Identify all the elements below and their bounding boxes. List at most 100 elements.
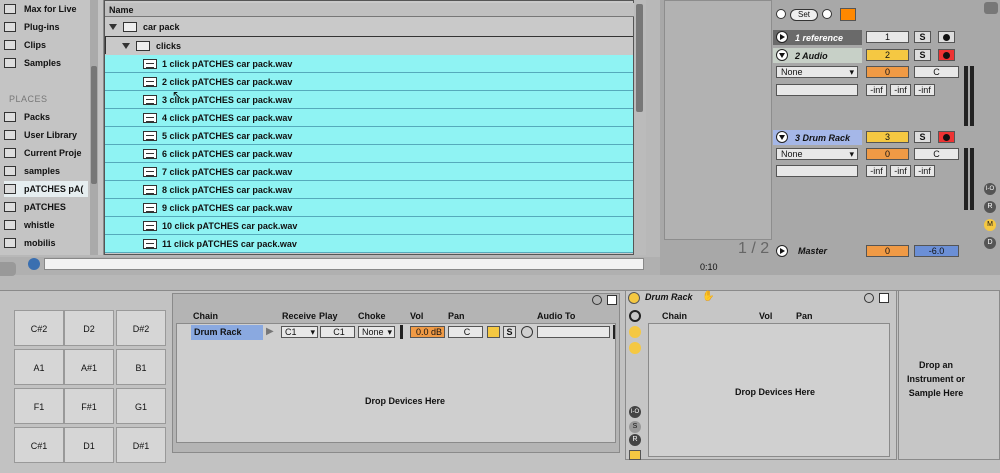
info-icon[interactable] bbox=[28, 258, 40, 270]
chain-name[interactable]: Drum Rack bbox=[191, 325, 263, 340]
drop-devices-zone[interactable]: Drop Devices Here bbox=[710, 385, 840, 399]
track-number[interactable]: 2 bbox=[866, 49, 909, 61]
set-button[interactable]: Set bbox=[790, 9, 818, 21]
drum-pad[interactable]: D#1 bbox=[116, 427, 166, 463]
chain-pan[interactable]: C bbox=[448, 326, 483, 338]
play-arrow-icon[interactable]: ▶ bbox=[266, 326, 274, 337]
fold-icon[interactable] bbox=[776, 49, 788, 61]
drum-pad[interactable]: D2 bbox=[64, 310, 114, 346]
wave-icon[interactable] bbox=[0, 262, 16, 276]
sidebar-item-clips[interactable]: Clips bbox=[4, 37, 88, 53]
back-arrow-icon[interactable] bbox=[776, 9, 786, 19]
chain-solo-button[interactable]: S bbox=[503, 326, 516, 338]
drum-pad[interactable]: B1 bbox=[116, 349, 166, 385]
sidebar-item-patches[interactable]: pATCHES bbox=[4, 199, 88, 215]
pan-field[interactable]: C bbox=[914, 148, 959, 160]
volume-field[interactable]: 0 bbox=[866, 66, 909, 78]
io-toggle[interactable]: I-O bbox=[629, 406, 641, 418]
play-icon[interactable] bbox=[776, 245, 788, 257]
drum-pad[interactable]: G1 bbox=[116, 388, 166, 424]
settings-icon[interactable] bbox=[864, 293, 874, 303]
device-power-icon[interactable] bbox=[628, 292, 640, 304]
input-select[interactable]: None ▾ bbox=[776, 148, 858, 160]
file-row[interactable]: 5 click pATCHES car pack.wav bbox=[105, 127, 633, 145]
drum-pad[interactable]: C#1 bbox=[14, 427, 64, 463]
sidebar-item-max-for-live[interactable]: Max for Live bbox=[4, 1, 88, 17]
choke-select[interactable]: None ▾ bbox=[358, 326, 395, 338]
track-number[interactable]: 1 bbox=[866, 31, 909, 43]
save-icon[interactable] bbox=[879, 293, 889, 303]
hot-swap-icon[interactable] bbox=[521, 326, 533, 338]
column-header-name[interactable]: Name bbox=[105, 3, 635, 17]
sidebar-item-samples[interactable]: Samples bbox=[4, 55, 88, 71]
input-channel-box[interactable] bbox=[776, 165, 858, 177]
solo-button[interactable]: S bbox=[914, 131, 931, 143]
io-toggle[interactable]: I-O bbox=[984, 183, 996, 195]
play-icon[interactable] bbox=[776, 31, 788, 43]
file-row[interactable]: 10 click pATCHES car pack.wav bbox=[105, 217, 633, 235]
expand-triangle-icon[interactable] bbox=[109, 24, 117, 30]
drum-pad[interactable]: C#2 bbox=[14, 310, 64, 346]
file-list-scrollbar[interactable] bbox=[634, 0, 646, 255]
master-volume[interactable]: 0 bbox=[866, 245, 909, 257]
pan-field[interactable]: C bbox=[914, 66, 959, 78]
sidebar-item-packs[interactable]: Packs bbox=[4, 109, 88, 125]
drum-pad[interactable]: D#2 bbox=[116, 310, 166, 346]
file-row[interactable]: 11 click pATCHES car pack.wav bbox=[105, 235, 633, 253]
solo-button[interactable]: S bbox=[914, 31, 931, 43]
drum-pad[interactable]: A1 bbox=[14, 349, 64, 385]
chain-list-icon[interactable] bbox=[629, 310, 641, 322]
audio-to-select[interactable] bbox=[537, 326, 610, 338]
file-row[interactable]: 9 click pATCHES car pack.wav bbox=[105, 199, 633, 217]
master-cue[interactable]: -6.0 bbox=[914, 245, 959, 257]
info-text-box[interactable] bbox=[44, 258, 644, 270]
forward-arrow-icon[interactable] bbox=[822, 9, 832, 19]
drum-pad[interactable]: F1 bbox=[14, 388, 64, 424]
sidebar-item-samples-folder[interactable]: samples bbox=[4, 163, 88, 179]
arm-button[interactable] bbox=[938, 49, 955, 61]
volume-field[interactable]: 0 bbox=[866, 148, 909, 160]
drum-pad[interactable]: D1 bbox=[64, 427, 114, 463]
folder-row-car-pack[interactable]: car pack bbox=[105, 18, 633, 36]
file-row[interactable]: 6 click pATCHES car pack.wav bbox=[105, 145, 633, 163]
drum-pads-toggle-icon[interactable] bbox=[629, 342, 641, 354]
track-number[interactable]: 3 bbox=[866, 131, 909, 143]
file-row[interactable]: 7 click pATCHES car pack.wav bbox=[105, 163, 633, 181]
play-note-field[interactable]: C1 bbox=[320, 326, 355, 338]
save-icon[interactable] bbox=[607, 295, 617, 305]
clip-grid[interactable] bbox=[664, 0, 772, 240]
sidebar-item-mobilis[interactable]: mobilis bbox=[4, 235, 88, 251]
sidebar-item-user-library[interactable]: User Library bbox=[4, 127, 88, 143]
sidebar-item-plugins[interactable]: Plug-ins bbox=[4, 19, 88, 35]
sidebar-item-current-project[interactable]: Current Proje bbox=[4, 145, 88, 161]
input-channel-box[interactable] bbox=[776, 84, 858, 96]
scrollbar-thumb[interactable] bbox=[91, 66, 97, 184]
speaker-icon[interactable] bbox=[487, 326, 500, 338]
mixer-toggle[interactable]: M bbox=[984, 219, 996, 231]
drum-pad[interactable]: F#1 bbox=[64, 388, 114, 424]
macro-toggle-icon[interactable] bbox=[629, 326, 641, 338]
input-select[interactable]: None ▾ bbox=[776, 66, 858, 78]
scrollbar-thumb[interactable] bbox=[636, 4, 643, 112]
arm-button[interactable] bbox=[938, 131, 955, 143]
sidebar-item-patches-pa[interactable]: pATCHES pA( bbox=[4, 181, 88, 197]
file-row[interactable]: 3 click pATCHES car pack.wav bbox=[105, 91, 633, 109]
chain-volume[interactable]: 0.0 dB bbox=[410, 326, 445, 338]
returns-toggle[interactable]: R bbox=[629, 434, 641, 446]
expand-triangle-icon[interactable] bbox=[122, 42, 130, 49]
returns-toggle[interactable]: R bbox=[984, 201, 996, 213]
file-row[interactable]: 4 click pATCHES car pack.wav bbox=[105, 109, 633, 127]
receive-select[interactable]: C1 ▾ bbox=[281, 326, 318, 338]
file-row[interactable]: 8 click pATCHES car pack.wav bbox=[105, 181, 633, 199]
sidebar-item-whistle[interactable]: whistle bbox=[4, 217, 88, 233]
delay-toggle[interactable]: D bbox=[984, 237, 996, 249]
menu-icon[interactable] bbox=[984, 2, 998, 14]
file-row[interactable]: 2 click pATCHES car pack.wav bbox=[105, 73, 633, 91]
drop-devices-zone[interactable]: Drop Devices Here bbox=[340, 394, 470, 408]
lock-icon[interactable] bbox=[840, 8, 856, 21]
drum-pad[interactable]: A#1 bbox=[64, 349, 114, 385]
solo-toggle[interactable]: S bbox=[629, 421, 641, 433]
solo-button[interactable]: S bbox=[914, 49, 931, 61]
drop-instrument-zone[interactable]: Drop an Instrument or Sample Here bbox=[901, 358, 971, 400]
arm-button[interactable] bbox=[938, 31, 955, 43]
